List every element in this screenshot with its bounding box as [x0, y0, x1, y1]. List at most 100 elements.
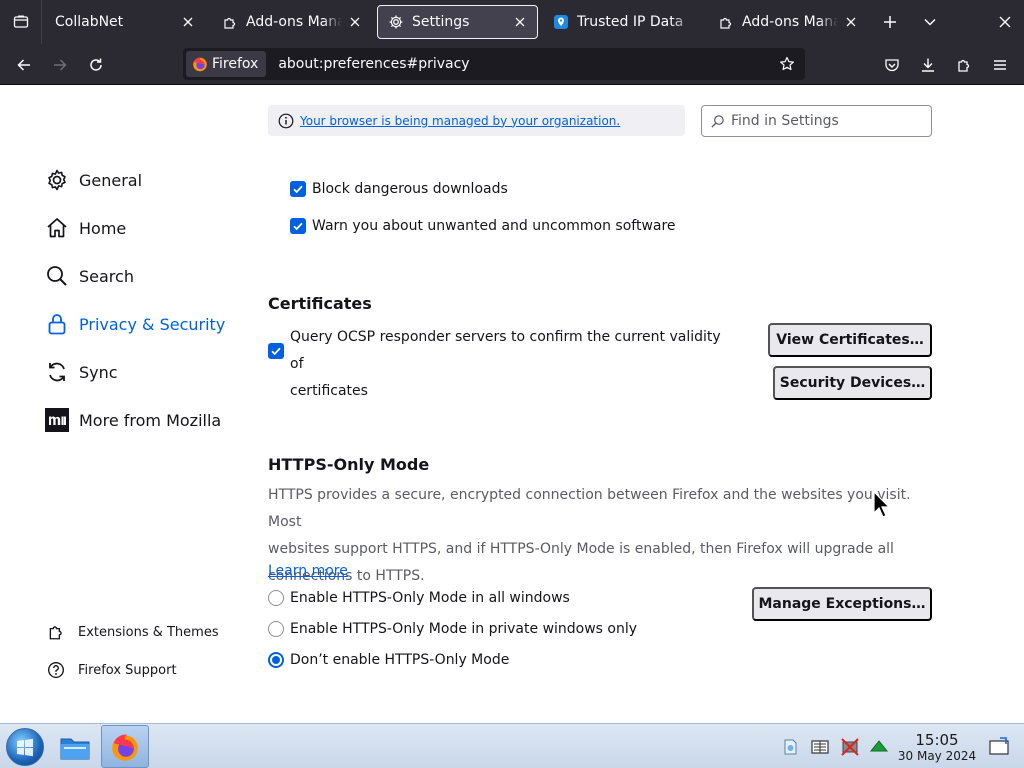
tab-strip: CollabNet Add-ons Manager Settings Trust… — [0, 0, 1024, 44]
firefox-view-button[interactable] — [0, 0, 42, 44]
identity-box[interactable]: Firefox — [186, 51, 267, 77]
firefox-logo-icon — [112, 734, 138, 761]
close-icon — [999, 16, 1011, 28]
sidebar-item-label: Sync — [79, 362, 118, 382]
url-bar[interactable]: Firefox about:preferences#privacy — [183, 48, 805, 80]
pocket-button[interactable] — [877, 50, 907, 80]
app-menu-button[interactable] — [985, 50, 1015, 80]
sidebar-footer-firefox-support[interactable]: Firefox Support — [47, 658, 177, 682]
https-only-private-windows-radio[interactable]: Enable HTTPS-Only Mode in private window… — [268, 621, 637, 637]
forward-button[interactable] — [45, 50, 75, 80]
footer-item-label: Extensions & Themes — [78, 624, 219, 640]
update-tray-icon[interactable] — [868, 736, 890, 758]
tab-settings[interactable]: Settings — [377, 5, 538, 39]
sidebar-item-home[interactable]: Home — [45, 212, 126, 244]
checkbox-label: Warn you about unwanted and uncommon sof… — [312, 218, 676, 234]
radio-button-selected[interactable] — [268, 652, 284, 668]
view-certificates-button[interactable]: View Certificates… — [768, 323, 932, 357]
file-explorer-taskbar-button[interactable] — [51, 725, 99, 768]
tab-addons-manager-2[interactable]: Add-ons Manager — [708, 5, 868, 39]
firefox-taskbar-button[interactable] — [101, 725, 149, 768]
settings-search-box[interactable] — [701, 105, 932, 137]
network-tray-icon[interactable] — [779, 736, 801, 758]
radio-label: Enable HTTPS-Only Mode in private window… — [290, 621, 638, 637]
sync-icon — [45, 360, 69, 384]
warn-unwanted-software-checkbox[interactable]: Warn you about unwanted and uncommon sof… — [290, 218, 676, 234]
checkbox-checked[interactable] — [290, 218, 306, 234]
mouse-cursor-icon — [873, 491, 891, 518]
downloads-button[interactable] — [913, 50, 943, 80]
description-line: websites support HTTPS, and if HTTPS-Onl… — [268, 541, 894, 557]
start-button[interactable] — [6, 728, 44, 766]
learn-more-link[interactable]: Learn more — [268, 563, 348, 579]
tab-title: CollabNet — [55, 14, 124, 30]
tab-trusted-ip-data[interactable]: Trusted IP Data — [543, 5, 703, 39]
close-icon[interactable] — [511, 13, 529, 31]
mozilla-icon — [45, 408, 69, 432]
show-desktop-button[interactable] — [988, 736, 1010, 758]
checkmark-icon — [271, 347, 281, 356]
sidebar-item-sync[interactable]: Sync — [45, 356, 118, 388]
firefox-logo-icon — [193, 57, 207, 72]
security-devices-button[interactable]: Security Devices… — [773, 366, 932, 400]
identity-label: Firefox — [212, 56, 259, 72]
download-icon — [922, 58, 934, 72]
policy-link[interactable]: Your browser is being managed by your or… — [300, 114, 620, 128]
sidebar-item-more-from-mozilla[interactable]: More from Mozilla — [45, 404, 221, 436]
url-text[interactable]: about:preferences#privacy — [278, 56, 773, 72]
sidebar-item-label: More from Mozilla — [79, 410, 222, 430]
radio-label: Enable HTTPS-Only Mode in all windows — [290, 590, 570, 606]
taskbar-clock[interactable]: 15:05 30 May 2024 — [896, 732, 978, 764]
https-only-heading: HTTPS-Only Mode — [268, 455, 430, 474]
reload-button[interactable] — [81, 50, 111, 80]
sidebar-item-search[interactable]: Search — [45, 260, 134, 292]
https-only-disabled-radio[interactable]: Don’t enable HTTPS-Only Mode — [268, 652, 509, 668]
block-dangerous-downloads-checkbox[interactable]: Block dangerous downloads — [290, 181, 508, 197]
back-button[interactable] — [9, 50, 39, 80]
volume-muted-tray-icon[interactable] — [839, 736, 861, 758]
description-line: HTTPS provides a secure, encrypted conne… — [268, 487, 911, 530]
clipboard-tray-icon[interactable] — [809, 736, 831, 758]
radio-label: Don’t enable HTTPS-Only Mode — [290, 652, 510, 668]
extensions-button[interactable] — [949, 50, 979, 80]
ocsp-checkbox[interactable]: Query OCSP responder servers to confirm … — [268, 324, 730, 405]
sidebar-footer-extensions-themes[interactable]: Extensions & Themes — [47, 620, 219, 644]
search-icon — [45, 264, 69, 288]
puzzle-icon — [958, 59, 970, 72]
close-icon[interactable] — [346, 13, 364, 31]
windows-logo-icon — [17, 738, 33, 757]
checkbox-checked[interactable] — [268, 343, 284, 359]
https-only-all-windows-radio[interactable]: Enable HTTPS-Only Mode in all windows — [268, 590, 570, 606]
close-icon[interactable] — [842, 13, 860, 31]
arrow-right-icon — [54, 59, 67, 71]
star-icon — [780, 56, 794, 71]
radio-button[interactable] — [268, 621, 284, 637]
sidebar-item-label: Search — [79, 266, 134, 286]
clock-time: 15:05 — [915, 731, 959, 749]
radio-button[interactable] — [268, 590, 284, 606]
https-only-description: HTTPS provides a secure, encrypted conne… — [268, 482, 916, 590]
sidebar-item-general[interactable]: General — [45, 164, 142, 196]
manage-exceptions-button[interactable]: Manage Exceptions… — [752, 587, 932, 621]
puzzle-icon — [47, 623, 65, 641]
sidebar-item-privacy-security[interactable]: Privacy & Security — [45, 308, 225, 340]
chevron-down-icon — [924, 18, 936, 26]
close-icon[interactable] — [179, 13, 197, 31]
tab-title: Trusted IP Data — [577, 14, 684, 30]
sidebar-item-label: General — [79, 170, 143, 190]
help-icon — [47, 661, 65, 679]
gear-icon — [45, 168, 69, 192]
puzzle-icon — [222, 14, 238, 30]
window-close-button[interactable] — [991, 8, 1019, 36]
lock-icon — [45, 312, 69, 336]
search-input[interactable] — [731, 113, 921, 129]
checkbox-checked[interactable] — [290, 181, 306, 197]
list-all-tabs-button[interactable] — [916, 8, 944, 36]
checkmark-icon — [293, 185, 303, 194]
new-tab-button[interactable] — [876, 8, 904, 36]
clock-date: 30 May 2024 — [897, 749, 977, 763]
tab-collabnet[interactable]: CollabNet — [45, 5, 205, 39]
tab-addons-manager[interactable]: Add-ons Manager — [212, 5, 372, 39]
gear-icon — [388, 14, 404, 30]
bookmark-star-button[interactable] — [773, 50, 801, 78]
